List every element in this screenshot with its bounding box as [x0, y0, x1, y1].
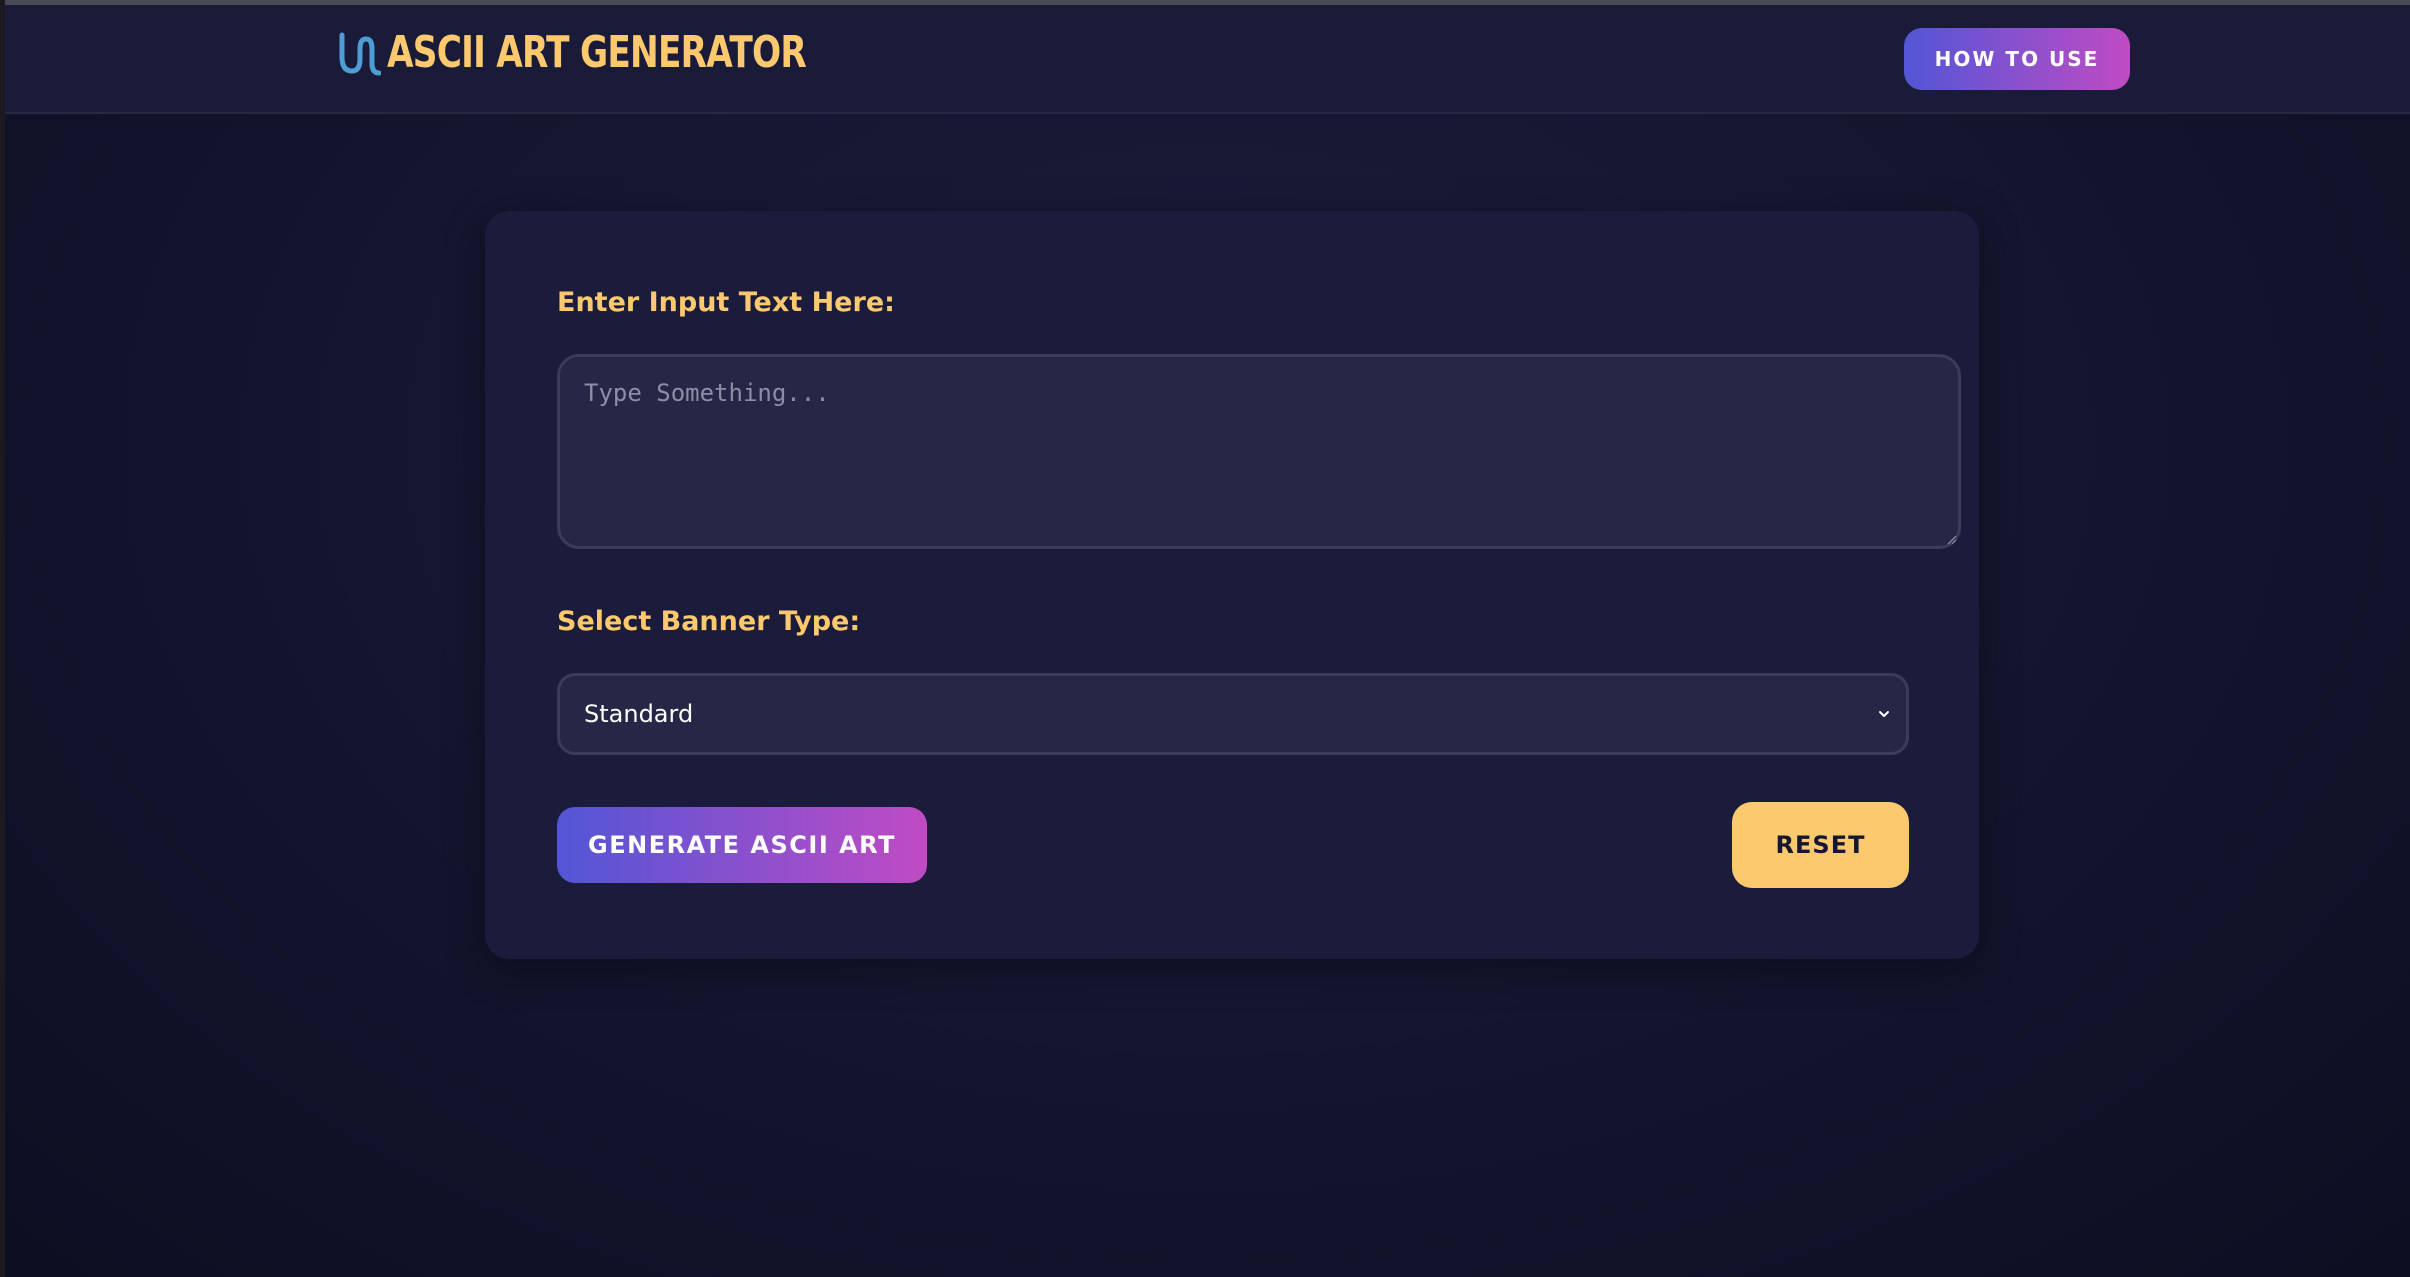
logo[interactable]: ASCII ART GENERATOR — [335, 27, 924, 79]
chevron-down-icon — [1879, 711, 1889, 717]
generate-button[interactable]: GENERATE ASCII ART — [557, 807, 927, 883]
site-header: ASCII ART GENERATOR HOW TO USE — [5, 5, 2410, 114]
input-text-area[interactable] — [557, 354, 1961, 549]
how-to-use-button[interactable]: HOW TO USE — [1904, 28, 2130, 90]
banner-type-label: Select Banner Type: — [557, 606, 861, 637]
wave-icon — [339, 32, 381, 76]
banner-type-value: Standard — [584, 700, 694, 728]
logo-title: ASCII ART GENERATOR — [387, 27, 807, 78]
generator-card: Enter Input Text Here: Select Banner Typ… — [485, 211, 1979, 959]
resize-grip-icon[interactable] — [1945, 533, 1957, 545]
window-left-edge — [0, 0, 5, 1277]
banner-type-select[interactable]: Standard — [557, 673, 1909, 755]
input-text-label: Enter Input Text Here: — [557, 287, 895, 318]
reset-button[interactable]: RESET — [1732, 802, 1909, 888]
